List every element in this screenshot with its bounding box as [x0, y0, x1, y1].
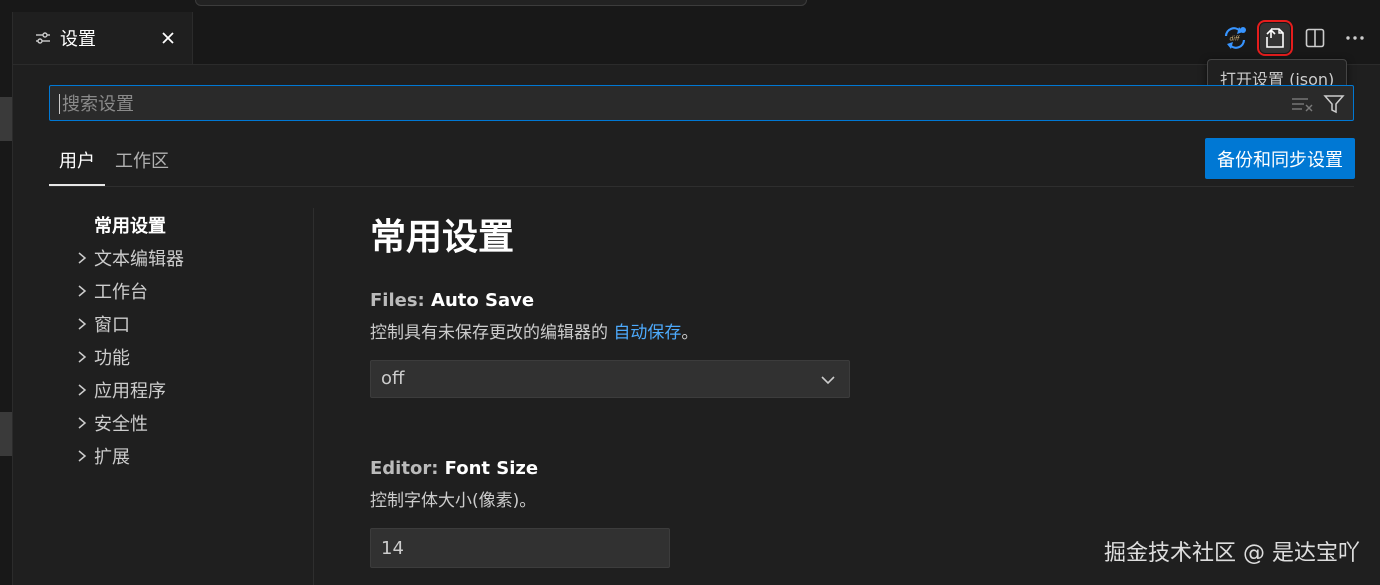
activity-indicator: [0, 97, 12, 141]
tab-workspace[interactable]: 工作区: [105, 138, 179, 186]
chevron-right-icon: [70, 317, 94, 331]
split-editor-icon[interactable]: [1300, 23, 1330, 53]
toc-item-text-editor[interactable]: 文本编辑器: [70, 241, 310, 274]
clear-filter-icon[interactable]: [1291, 95, 1315, 113]
toc-item-label: 功能: [94, 347, 130, 369]
toc-item-label: 工作台: [94, 281, 148, 303]
description-text: 。: [681, 323, 699, 343]
font-size-input[interactable]: [370, 528, 670, 568]
setting-category: Files:: [370, 290, 432, 311]
chevron-down-icon: [819, 371, 837, 389]
tab-settings[interactable]: 设置: [13, 12, 193, 64]
setting-name: Auto Save: [431, 290, 535, 311]
activity-indicator: [0, 412, 12, 456]
toc-item-common[interactable]: 常用设置: [70, 208, 310, 241]
description-text: 控制具有未保存更改的编辑器的: [370, 323, 614, 343]
chevron-right-icon: [70, 284, 94, 298]
search-input[interactable]: [60, 86, 1284, 122]
settings-scope-tabs: 用户 工作区: [49, 138, 179, 186]
chevron-right-icon: [70, 416, 94, 430]
toc-item-workbench[interactable]: 工作台: [70, 274, 310, 307]
toc-item-label: 安全性: [94, 413, 148, 435]
settings-window: 设置 diff 打开设置 (json) 搜索设置 用户 工作区 备份和同步设置 …: [0, 0, 1380, 585]
watermark: 掘金技术社区 @ 是达宝吖: [1104, 541, 1360, 566]
toc-item-features[interactable]: 功能: [70, 340, 310, 373]
more-actions-icon[interactable]: [1340, 23, 1370, 53]
chevron-right-icon: [70, 449, 94, 463]
setting-description: 控制字体大小(像素)。: [370, 491, 537, 511]
toc-divider: [313, 208, 314, 585]
select-value: off: [381, 368, 405, 389]
settings-sliders-icon: [35, 30, 51, 46]
toc-item-application[interactable]: 应用程序: [70, 373, 310, 406]
setting-description: 控制具有未保存更改的编辑器的 自动保存。: [370, 320, 1350, 346]
toc-item-security[interactable]: 安全性: [70, 406, 310, 439]
setting-auto-save: Files: Auto Save 控制具有未保存更改的编辑器的 自动保存。 of…: [370, 288, 1350, 398]
toc-item-label: 文本编辑器: [94, 248, 184, 270]
auto-save-link[interactable]: 自动保存: [613, 323, 681, 343]
close-icon[interactable]: [158, 28, 178, 48]
toc-item-label: 应用程序: [94, 380, 166, 402]
toc-item-label: 窗口: [94, 314, 130, 336]
settings-search[interactable]: [49, 85, 1354, 122]
editor-actions: diff: [1220, 20, 1370, 56]
tab-user[interactable]: 用户: [49, 138, 105, 186]
activity-bar-edge: [0, 12, 13, 585]
setting-name: Font Size: [444, 458, 539, 479]
divider: [49, 186, 1354, 187]
setting-title: Editor: Font Size: [370, 456, 1350, 482]
filter-icon[interactable]: [1323, 93, 1345, 115]
toc-item-extensions[interactable]: 扩展: [70, 439, 310, 472]
open-json-icon[interactable]: [1257, 20, 1293, 56]
setting-category: Editor:: [370, 458, 445, 479]
toc-item-label: 扩展: [94, 446, 130, 468]
tab-title: 设置: [60, 29, 96, 50]
svg-text:diff: diff: [1230, 36, 1240, 43]
toc-item-label: 常用设置: [94, 215, 166, 237]
chevron-right-icon: [70, 350, 94, 364]
command-center[interactable]: [195, 0, 807, 6]
settings-content: 常用设置 Files: Auto Save 控制具有未保存更改的编辑器的 自动保…: [370, 210, 1350, 568]
backup-sync-button[interactable]: 备份和同步设置: [1205, 138, 1355, 179]
diff-sync-icon[interactable]: diff: [1220, 23, 1250, 53]
editor-tab-bar: 设置 diff: [13, 12, 1380, 65]
chevron-right-icon: [70, 383, 94, 397]
section-title: 常用设置: [370, 217, 515, 258]
toc-item-window[interactable]: 窗口: [70, 307, 310, 340]
settings-toc: 常用设置 文本编辑器 工作台 窗口 功能 应用程序 安全性 扩展: [70, 208, 310, 472]
chevron-right-icon: [70, 251, 94, 265]
setting-title: Files: Auto Save: [370, 288, 1350, 314]
auto-save-select[interactable]: off: [370, 360, 850, 398]
